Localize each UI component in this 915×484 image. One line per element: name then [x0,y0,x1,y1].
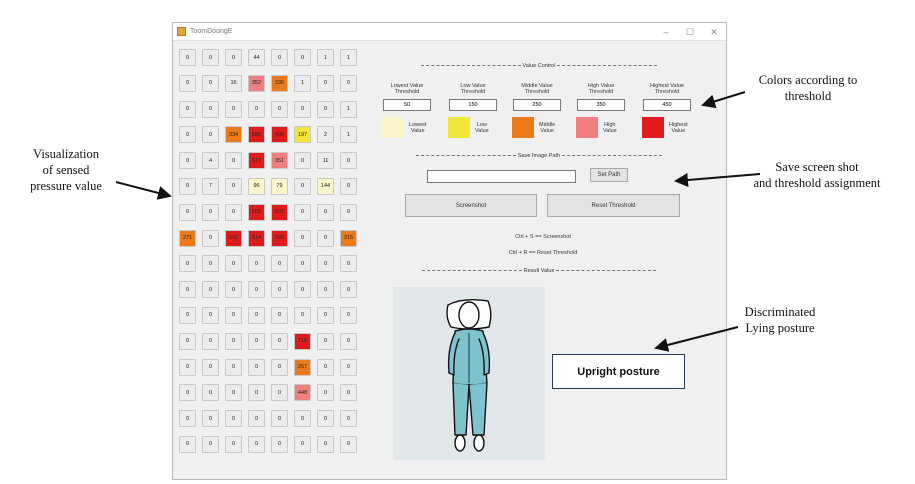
arrow-to-result [654,326,739,352]
arrow-to-swatches [701,91,746,109]
annotation-arrows [115,91,761,352]
arrow-to-buttons [674,173,761,187]
arrow-to-grid [115,181,172,200]
